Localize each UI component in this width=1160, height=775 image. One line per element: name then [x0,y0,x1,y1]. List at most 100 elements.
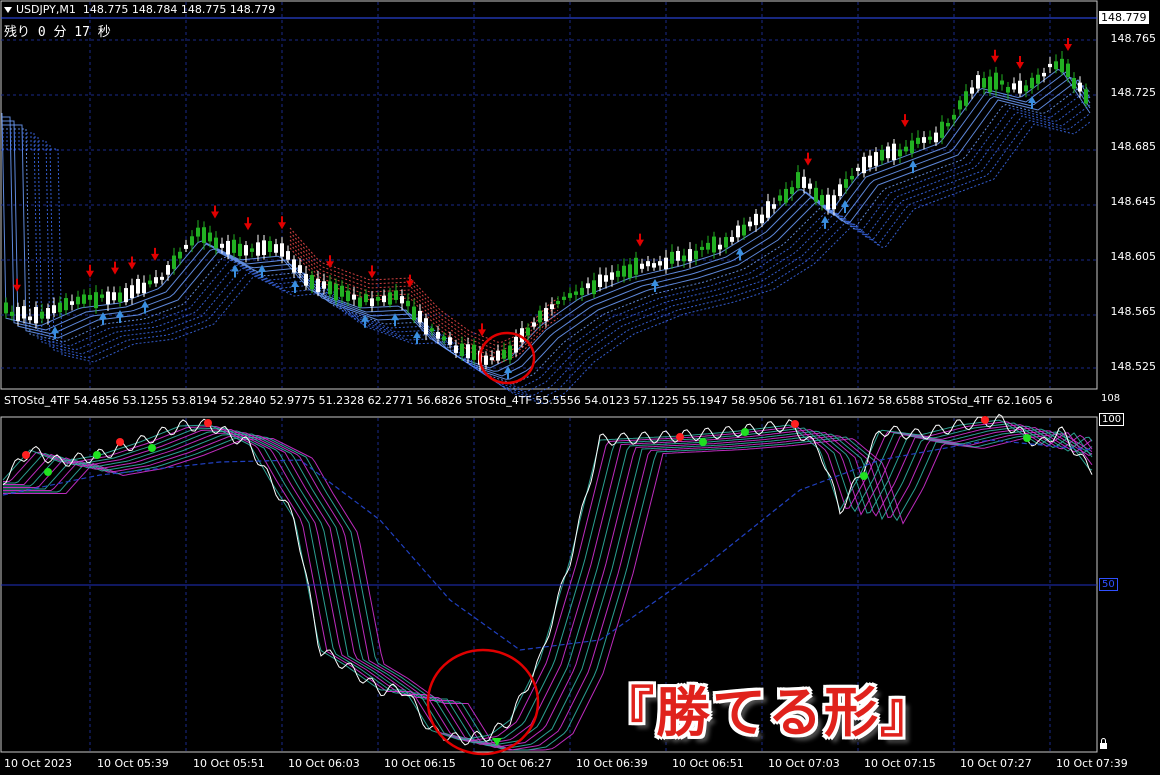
candle-body [238,243,242,257]
candle-body [166,265,170,275]
candle-body [868,155,872,168]
cross-dot-green [44,468,52,476]
candle-body [934,132,938,143]
mt4-chart-window[interactable]: USDJPY,M1 148.775 148.784 148.775 148.77… [0,0,1160,775]
candle-body [886,146,890,159]
ohlc-values: 148.775 148.784 148.775 148.779 [82,3,276,16]
overlay-caption: 『勝てる形』 [600,681,936,744]
candle-body [1012,83,1016,90]
candle-body [532,322,536,327]
time-axis-label: 10 Oct 2023 [4,757,73,770]
candle-body [484,355,488,365]
candle-body [766,201,770,218]
candle-body [274,244,278,253]
ma-ribbon [1,68,1091,404]
time-axis-label: 10 Oct 07:03 [768,757,840,770]
candle-body [832,195,836,210]
arrow-up-icon [821,215,829,229]
chart-grid [1,2,1097,751]
time-axis-label: 10 Oct 06:39 [576,757,648,770]
candle-body [736,225,740,238]
candle-body [262,240,266,255]
arrow-down-icon [151,247,159,261]
candle-body [136,278,140,294]
arrow-down-icon [991,49,999,63]
candle-body [376,297,380,301]
candle-body [598,274,602,287]
stochastic-signal-line [2,439,1093,651]
candle-body [256,242,260,256]
ribbon-line [2,96,1091,393]
candle-body [676,250,680,261]
candle-body [472,344,476,360]
lock-icon [1100,738,1107,749]
candle-body [286,251,290,260]
candle-body [742,224,746,236]
chart-canvas[interactable] [0,0,1160,775]
candle-body [796,172,800,189]
candle-body [580,287,584,296]
candle-body [778,195,782,201]
candle-body [298,265,302,273]
candle-body [268,241,272,252]
ribbon-line [2,79,1091,380]
candle-body [718,244,722,250]
arrow-down-icon [128,256,136,270]
candle-body [190,236,194,246]
candle-body [628,264,632,278]
ribbon-line [2,76,1091,377]
candle-body [838,184,842,197]
time-axis-label: 10 Oct 07:39 [1056,757,1128,770]
ribbon-line [2,84,1091,385]
candle-body [244,245,248,256]
candle-body [160,276,164,280]
candle-body [1000,80,1004,85]
arrow-up-icon [231,264,239,278]
candle-body [814,187,818,202]
candle-body [874,152,878,166]
candle-body [514,336,518,353]
symbol-name: USDJPY,M1 [16,3,76,16]
candle-body [730,236,734,242]
price-axis-label: 148.605 [1110,250,1157,263]
candle-body [322,281,326,289]
candle-body [388,292,392,305]
candle-body [616,270,620,277]
candle-body [172,255,176,269]
candle-body [1018,80,1022,94]
candle-body [202,227,206,243]
candle-body [904,146,908,152]
candle-body [208,232,212,242]
candle-body [958,100,962,110]
candle-body [946,122,950,127]
candle-body [760,214,764,224]
candle-body [658,261,662,266]
candle-body [550,304,554,310]
candle-body [1066,63,1070,78]
candle-body [802,176,806,188]
cross-dot-red [116,438,124,446]
cross-dot-green [93,451,101,459]
triangle-down-icon[interactable] [4,7,12,13]
arrow-down-icon [901,114,909,128]
candle-body [112,292,116,301]
candle-body [1036,74,1040,84]
candle-body [1078,82,1082,92]
candle-body [916,137,920,144]
cross-dot-red [22,451,30,459]
candle-body [280,243,284,257]
candle-body [418,310,422,323]
candle-body [820,195,824,206]
candle-body [664,257,668,270]
candle-body [982,78,986,88]
oscillator-level-tag: 50 [1099,578,1118,591]
candle-body [604,275,608,282]
candle-body [1072,77,1076,89]
candle-body [568,293,572,298]
signal-arrows [13,38,1072,379]
candle-body [1042,72,1046,77]
candle-body [400,296,404,304]
candle-body [442,336,446,341]
candle-body [352,294,356,300]
candle-body [562,296,566,300]
